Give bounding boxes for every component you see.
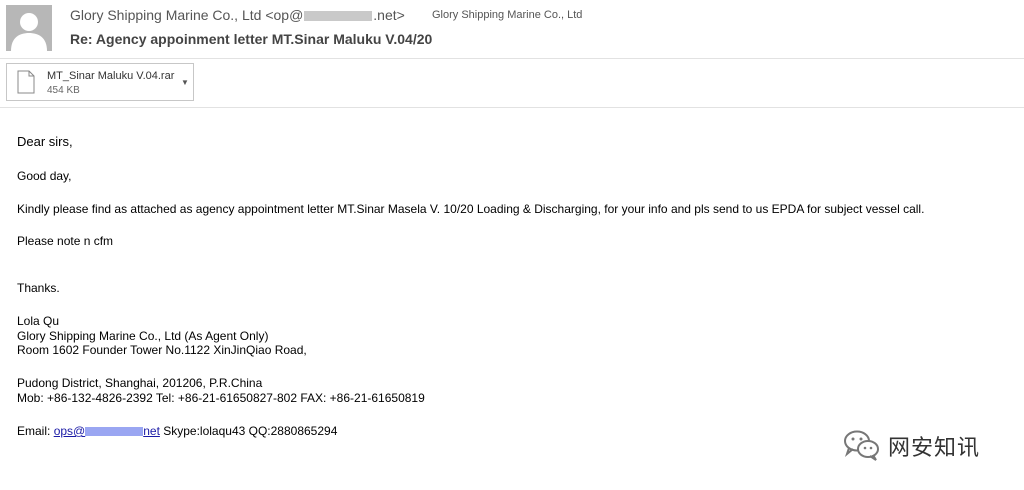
- wechat-icon: [844, 430, 879, 461]
- signature-address-2: Pudong District, Shanghai, 201206, P.R.C…: [17, 376, 263, 390]
- recipient-name[interactable]: Glory Shipping Marine Co., Ltd: [432, 9, 582, 21]
- watermark: 网安知讯: [840, 428, 1000, 464]
- sender-domain: .net>: [373, 7, 405, 23]
- signature-email-line: Email: ops@ net Skype:lolaqu43 QQ:2880865…: [17, 424, 337, 438]
- email-label: Email:: [17, 424, 54, 438]
- attachment-name: MT_Sinar Maluku V.04.rar: [47, 70, 175, 82]
- file-icon: [17, 70, 35, 94]
- header-divider: [0, 58, 1024, 59]
- signature-name: Lola Qu: [17, 314, 60, 328]
- email-header: Glory Shipping Marine Co., Ltd <op@ .net>…: [0, 0, 1024, 58]
- thanks-line: Thanks.: [17, 281, 60, 295]
- greeting-line: Dear sirs,: [17, 134, 73, 149]
- email-subject: Re: Agency appoinment letter MT.Sinar Ma…: [70, 31, 433, 47]
- attachment-chip[interactable]: MT_Sinar Maluku V.04.rar 454 KB ▼: [6, 63, 194, 101]
- chevron-down-icon[interactable]: ▼: [181, 78, 189, 87]
- redacted-block: [85, 427, 144, 437]
- body-paragraph: Kindly please find as attached as agency…: [17, 202, 925, 216]
- sender-name: Glory Shipping Marine Co., Ltd <op@: [70, 7, 304, 23]
- email-suffix: net: [143, 424, 160, 438]
- signature-company: Glory Shipping Marine Co., Ltd (As Agent…: [17, 329, 269, 343]
- attachment-size: 454 KB: [47, 85, 80, 96]
- sender-address[interactable]: Glory Shipping Marine Co., Ltd <op@ .net>: [70, 7, 405, 23]
- watermark-text: 网安知讯: [888, 436, 981, 461]
- redacted-block: [304, 11, 373, 22]
- signature-address-1: Room 1602 Founder Tower No.1122 XinJinQi…: [17, 343, 307, 357]
- note-line: Please note n cfm: [17, 234, 114, 248]
- skype-qq: Skype:lolaqu43 QQ:2880865294: [159, 424, 338, 438]
- signature-phones: Mob: +86-132-4826-2392 Tel: +86-21-61650…: [17, 391, 425, 405]
- email-prefix: ops@: [53, 424, 86, 438]
- attachment-divider: [0, 107, 1024, 108]
- sender-avatar[interactable]: [6, 5, 52, 51]
- email-link[interactable]: ops@ net: [54, 424, 160, 438]
- good-day-line: Good day,: [17, 169, 72, 183]
